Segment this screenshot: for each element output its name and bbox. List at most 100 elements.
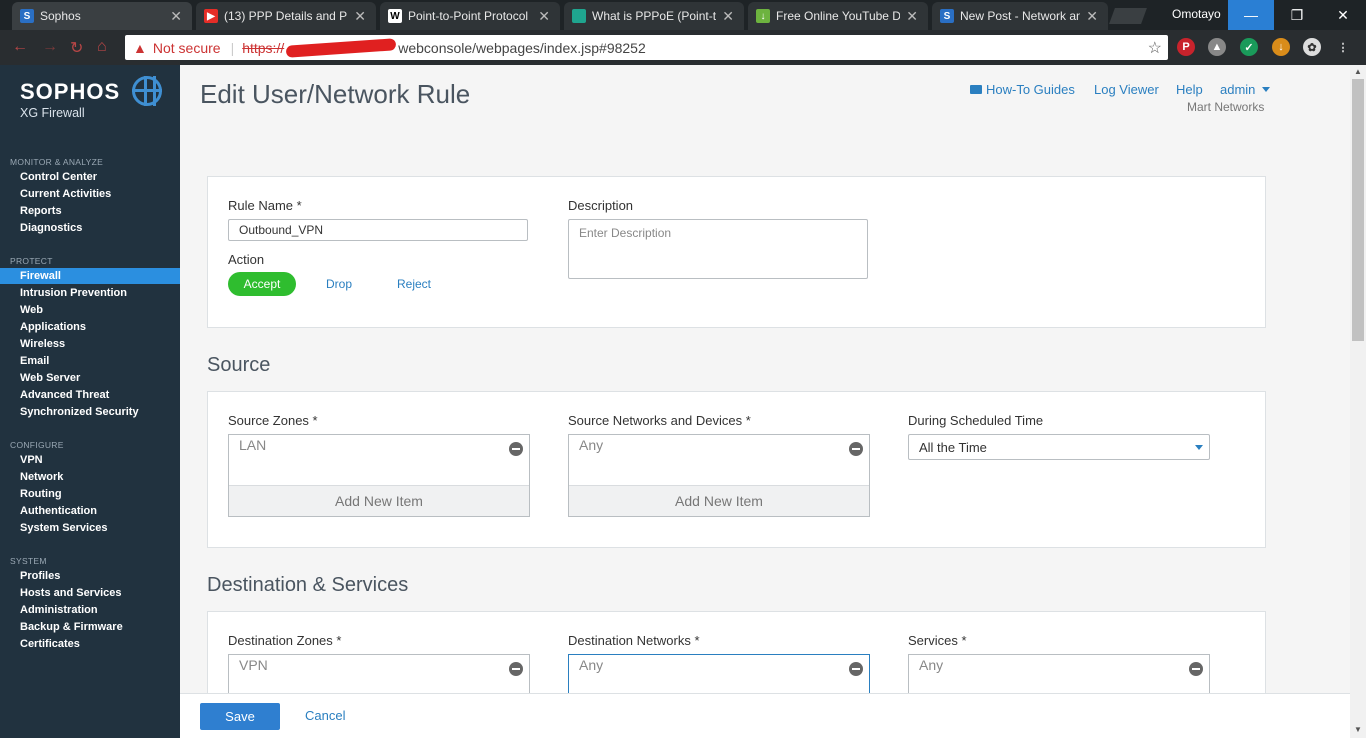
reject-button[interactable]: Reject	[397, 277, 431, 291]
destination-zones-list[interactable]: VPN	[228, 654, 530, 694]
sidebar-item-control-center[interactable]: Control Center	[0, 169, 180, 185]
sidebar-item-diagnostics[interactable]: Diagnostics	[0, 220, 180, 236]
add-new-item-button[interactable]: Add New Item	[229, 485, 529, 516]
reload-icon[interactable]: ↻	[70, 38, 83, 58]
not-secure-label[interactable]: Not secure	[153, 40, 221, 56]
tab-title: New Post - Network an	[960, 9, 1081, 23]
sidebar-item-web-server[interactable]: Web Server	[0, 370, 180, 386]
browser-profile-name[interactable]: Omotayo	[1172, 7, 1221, 21]
download-favicon-icon: ↓	[756, 9, 770, 23]
sidebar-item-hosts-and-services[interactable]: Hosts and Services	[0, 585, 180, 601]
remove-icon[interactable]	[509, 662, 523, 676]
sidebar-item-system-services[interactable]: System Services	[0, 520, 180, 536]
sidebar-item-wireless[interactable]: Wireless	[0, 336, 180, 352]
description-field[interactable]: Enter Description	[568, 219, 868, 279]
scrollbar-thumb[interactable]	[1352, 79, 1364, 341]
sidebar-item-backup-firmware[interactable]: Backup & Firmware	[0, 619, 180, 635]
action-label: Action	[228, 252, 265, 267]
close-tab-icon[interactable]: ✕	[722, 8, 734, 25]
shield-extension-icon[interactable]: ✓	[1240, 38, 1258, 56]
scroll-up-icon[interactable]: ▲	[1354, 67, 1362, 76]
sidebar-item-vpn[interactable]: VPN	[0, 452, 180, 468]
destination-card: Destination Zones * VPN Destination Netw…	[207, 611, 1266, 701]
home-icon[interactable]: ⌂	[97, 38, 107, 56]
sophos-favicon-icon: S	[940, 9, 954, 23]
rule-name-input[interactable]: Outbound_VPN	[228, 219, 528, 241]
sidebar-item-advanced-threat[interactable]: Advanced Threat	[0, 387, 180, 403]
sidebar-item-applications[interactable]: Applications	[0, 319, 180, 335]
destination-networks-list[interactable]: Any	[568, 654, 870, 694]
close-window-button[interactable]: ✕	[1320, 0, 1366, 30]
schedule-select[interactable]: All the Time	[908, 434, 1210, 460]
sidebar-item-administration[interactable]: Administration	[0, 602, 180, 618]
remove-icon[interactable]	[1189, 662, 1203, 676]
download-extension-icon[interactable]: ↓	[1272, 38, 1290, 56]
how-to-guides-link[interactable]: How-To Guides	[970, 82, 1075, 97]
close-tab-icon[interactable]: ✕	[354, 8, 366, 25]
minimize-button[interactable]: —	[1228, 0, 1274, 30]
sophos-logo: SOPHOS	[20, 79, 121, 104]
sidebar-item-email[interactable]: Email	[0, 353, 180, 369]
tab-youtube[interactable]: ▶ (13) PPP Details and PP... ✕	[196, 2, 376, 30]
sidebar-item-profiles[interactable]: Profiles	[0, 568, 180, 584]
tab-sophos[interactable]: S Sophos ✕	[12, 2, 192, 30]
maximize-button[interactable]: ❐	[1274, 0, 1320, 30]
tab-pppoe[interactable]: What is PPPoE (Point-t ✕	[564, 2, 744, 30]
sidebar-item-synchronized-security[interactable]: Synchronized Security	[0, 404, 180, 420]
sidebar-item-current-activities[interactable]: Current Activities	[0, 186, 180, 202]
sidebar-item-firewall[interactable]: Firewall	[0, 268, 180, 284]
services-label: Services *	[908, 633, 967, 648]
sidebar-item-network[interactable]: Network	[0, 469, 180, 485]
back-icon[interactable]: ←	[12, 38, 28, 56]
organization-name: Mart Networks	[1187, 100, 1265, 114]
sidebar-item-certificates[interactable]: Certificates	[0, 636, 180, 652]
remove-icon[interactable]	[849, 662, 863, 676]
scroll-down-icon[interactable]: ▼	[1354, 725, 1362, 734]
address-bar[interactable]: ▲ Not secure | https:// webconsole/webpa…	[125, 35, 1168, 60]
bookmark-star-icon[interactable]: ☆	[1148, 38, 1162, 58]
new-tab-button[interactable]	[1109, 8, 1147, 24]
save-button[interactable]: Save	[200, 703, 280, 730]
cancel-button[interactable]: Cancel	[305, 708, 345, 723]
form-footer: Save Cancel	[180, 693, 1350, 738]
remove-icon[interactable]	[849, 442, 863, 456]
forward-icon[interactable]: →	[42, 38, 58, 56]
close-tab-icon[interactable]: ✕	[538, 8, 550, 25]
pinterest-extension-icon[interactable]: P	[1177, 38, 1195, 56]
accept-button[interactable]: Accept	[228, 272, 296, 296]
log-viewer-link[interactable]: Log Viewer	[1094, 82, 1159, 97]
sidebar-item-authentication[interactable]: Authentication	[0, 503, 180, 519]
close-tab-icon[interactable]: ✕	[1086, 8, 1098, 25]
close-tab-icon[interactable]: ✕	[170, 8, 182, 25]
close-tab-icon[interactable]: ✕	[906, 8, 918, 25]
remove-icon[interactable]	[509, 442, 523, 456]
sidebar-item-intrusion-prevention[interactable]: Intrusion Prevention	[0, 285, 180, 301]
section-configure: CONFIGURE	[10, 440, 64, 450]
list-item: VPN	[239, 657, 268, 673]
add-new-item-button[interactable]: Add New Item	[569, 485, 869, 516]
how-to-guides-label: How-To Guides	[986, 82, 1075, 97]
drop-button[interactable]: Drop	[326, 277, 352, 291]
menu-icon[interactable]: ⋮	[1334, 38, 1352, 56]
url-path: webconsole/webpages/index.jsp#98252	[398, 39, 646, 56]
extension-icon[interactable]: ✿	[1303, 38, 1321, 56]
tab-new-post[interactable]: S New Post - Network an ✕	[932, 2, 1108, 30]
tab-wikipedia[interactable]: W Point-to-Point Protocol ✕	[380, 2, 560, 30]
help-link[interactable]: Help	[1176, 82, 1203, 97]
tab-title: Point-to-Point Protocol	[408, 9, 529, 23]
page-scrollbar[interactable]: ▲ ▼	[1350, 65, 1366, 738]
list-item: LAN	[239, 437, 267, 453]
sidebar-item-reports[interactable]: Reports	[0, 203, 180, 219]
sidebar-item-routing[interactable]: Routing	[0, 486, 180, 502]
services-list[interactable]: Any	[908, 654, 1210, 694]
drive-extension-icon[interactable]: ▲	[1208, 38, 1226, 56]
divider: |	[230, 39, 235, 56]
tab-youtube-downloader[interactable]: ↓ Free Online YouTube D ✕	[748, 2, 928, 30]
source-zones-list[interactable]: LAN Add New Item	[228, 434, 530, 517]
destination-networks-label: Destination Networks *	[568, 633, 700, 648]
sidebar-item-web[interactable]: Web	[0, 302, 180, 318]
wikipedia-favicon-icon: W	[388, 9, 402, 23]
chevron-down-icon	[1195, 445, 1203, 450]
admin-menu[interactable]: admin	[1220, 82, 1271, 97]
source-networks-list[interactable]: Any Add New Item	[568, 434, 870, 517]
